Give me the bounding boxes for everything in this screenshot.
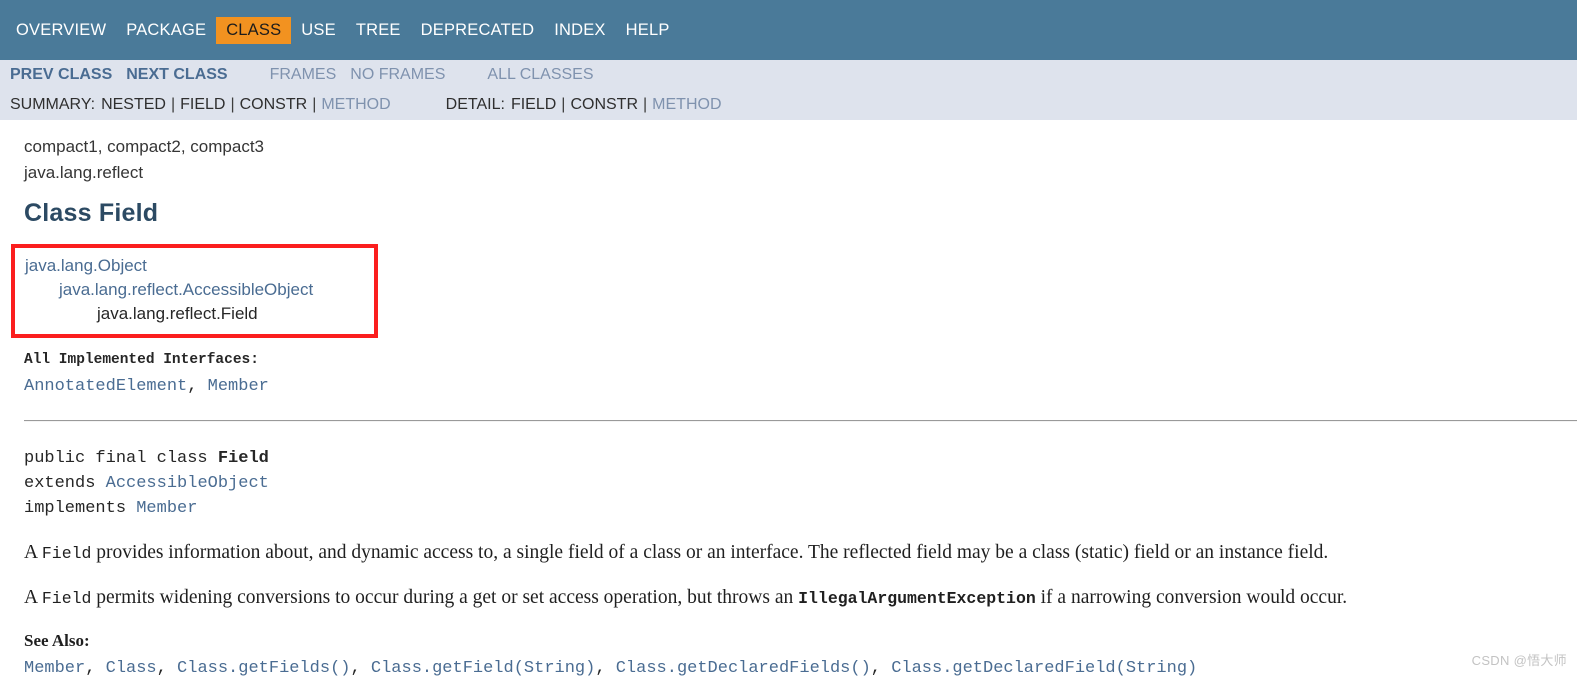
desc1-code-field: Field bbox=[41, 544, 92, 563]
inheritance-current-field: java.lang.reflect.Field bbox=[97, 304, 258, 323]
desc1-text-a: A bbox=[24, 542, 42, 563]
no-frames-link[interactable]: NO FRAMES bbox=[350, 66, 445, 84]
detail-constr: CONSTR bbox=[570, 96, 639, 113]
class-navigation-row: PREV CLASS NEXT CLASS FRAMES NO FRAMES A… bbox=[0, 60, 1577, 90]
desc2-code-exception: IllegalArgumentException bbox=[798, 589, 1036, 608]
class-documentation-content: compact1, compact2, compact3 java.lang.r… bbox=[0, 120, 1577, 680]
sub-navigation-bar: PREV CLASS NEXT CLASS FRAMES NO FRAMES A… bbox=[0, 60, 1577, 120]
next-class-link[interactable]: NEXT CLASS bbox=[126, 66, 227, 84]
detail-method-link[interactable]: METHOD bbox=[652, 96, 721, 114]
inheritance-hierarchy-highlight-box: java.lang.Object java.lang.reflect.Acces… bbox=[11, 244, 378, 338]
see-also-link-member[interactable]: Member bbox=[24, 659, 85, 678]
see-also-comma-2: , bbox=[350, 659, 371, 678]
summary-detail-row: SUMMARY: NESTED | FIELD | CONSTR | METHO… bbox=[0, 90, 1577, 120]
all-classes-link[interactable]: ALL CLASSES bbox=[487, 66, 593, 84]
description-paragraph-2: A Field permits widening conversions to … bbox=[24, 586, 1577, 611]
interfaces-comma: , bbox=[187, 377, 208, 396]
implemented-interfaces-label: All Implemented Interfaces: bbox=[24, 352, 259, 368]
declaration-line-1: public final class Field bbox=[24, 446, 1577, 471]
declaration-modifiers: public final class bbox=[24, 449, 218, 468]
see-also-label: See Also: bbox=[24, 631, 90, 650]
desc1-text-b: provides information about, and dynamic … bbox=[91, 542, 1329, 563]
top-nav-item-class[interactable]: CLASS bbox=[216, 16, 292, 44]
see-also-link-getdeclaredfield[interactable]: Class.getDeclaredField(String) bbox=[891, 659, 1197, 678]
desc2-code-field: Field bbox=[41, 589, 92, 608]
interface-link-member[interactable]: Member bbox=[208, 377, 269, 396]
top-nav-item-use[interactable]: USE bbox=[291, 17, 346, 44]
see-also-link-getfield[interactable]: Class.getField(String) bbox=[371, 659, 595, 678]
top-nav-item-help[interactable]: HELP bbox=[616, 17, 680, 44]
interface-link-annotatedelement[interactable]: AnnotatedElement bbox=[24, 377, 187, 396]
desc2-text-b: permits widening conversions to occur du… bbox=[91, 587, 799, 608]
detail-label: DETAIL: bbox=[445, 96, 505, 113]
top-navigation-bar: OVERVIEW PACKAGE CLASS USE TREE DEPRECAT… bbox=[0, 0, 1577, 60]
csdn-watermark: CSDN @悟大师 bbox=[1471, 653, 1567, 668]
prev-class-link[interactable]: PREV CLASS bbox=[10, 66, 112, 84]
see-also-comma-0: , bbox=[85, 659, 106, 678]
profiles-line: compact1, compact2, compact3 bbox=[24, 137, 265, 156]
summary-group: SUMMARY: NESTED | FIELD | CONSTR | METHO… bbox=[10, 96, 391, 114]
inheritance-link-object[interactable]: java.lang.Object bbox=[25, 254, 364, 278]
top-nav-item-index[interactable]: INDEX bbox=[544, 17, 615, 44]
section-divider bbox=[24, 420, 1577, 422]
inheritance-link-accessibleobject[interactable]: java.lang.reflect.AccessibleObject bbox=[25, 278, 364, 302]
see-also-comma-1: , bbox=[156, 659, 178, 678]
summary-field: FIELD bbox=[180, 96, 226, 113]
summary-nested: NESTED bbox=[101, 96, 166, 113]
declaration-extends-keyword: extends bbox=[24, 474, 106, 493]
desc2-text-a: A bbox=[24, 587, 42, 608]
declaration-line-2: extends AccessibleObject bbox=[24, 471, 1577, 496]
frames-link[interactable]: FRAMES bbox=[270, 66, 337, 84]
see-also-list: Member, Class, Class.getFields(), Class.… bbox=[24, 658, 1577, 680]
package-name: java.lang.reflect bbox=[24, 163, 144, 182]
top-nav-item-overview[interactable]: OVERVIEW bbox=[6, 17, 116, 44]
see-also-link-getdeclaredfields[interactable]: Class.getDeclaredFields() bbox=[616, 659, 871, 678]
detail-field: FIELD bbox=[510, 96, 557, 113]
top-nav-item-package[interactable]: PACKAGE bbox=[116, 17, 216, 44]
description-paragraph-1: A Field provides information about, and … bbox=[24, 541, 1577, 566]
see-also-link-class[interactable]: Class bbox=[106, 659, 157, 678]
detail-sep-2: | bbox=[643, 96, 648, 113]
top-nav-item-tree[interactable]: TREE bbox=[346, 17, 411, 44]
page-title: Class Field bbox=[24, 199, 159, 227]
summary-constr: CONSTR bbox=[239, 96, 308, 113]
detail-sep-1: | bbox=[561, 96, 566, 113]
declaration-implements-keyword: implements bbox=[24, 499, 137, 518]
see-also-comma-3: , bbox=[595, 659, 616, 678]
top-nav-item-deprecated[interactable]: DEPRECATED bbox=[411, 17, 545, 44]
declaration-superclass-link[interactable]: AccessibleObject bbox=[106, 474, 269, 493]
declaration-class-name: Field bbox=[217, 449, 269, 468]
implemented-interfaces-list: AnnotatedElement, Member bbox=[24, 376, 1577, 398]
detail-group: DETAIL: FIELD | CONSTR | METHOD bbox=[446, 96, 722, 114]
summary-sep-2: | bbox=[230, 96, 235, 113]
desc2-text-c: if a narrowing conversion would occur. bbox=[1035, 587, 1348, 608]
declaration-line-3: implements Member bbox=[24, 496, 1577, 521]
summary-label: SUMMARY: bbox=[10, 96, 96, 113]
summary-sep-3: | bbox=[312, 96, 317, 113]
see-also-comma-4: , bbox=[870, 659, 892, 678]
summary-method-link[interactable]: METHOD bbox=[321, 96, 390, 114]
declaration-interface-link[interactable]: Member bbox=[136, 499, 197, 518]
class-declaration: public final class Field extends Accessi… bbox=[24, 446, 1577, 521]
summary-sep-1: | bbox=[170, 96, 176, 113]
see-also-link-getfields[interactable]: Class.getFields() bbox=[177, 659, 350, 678]
